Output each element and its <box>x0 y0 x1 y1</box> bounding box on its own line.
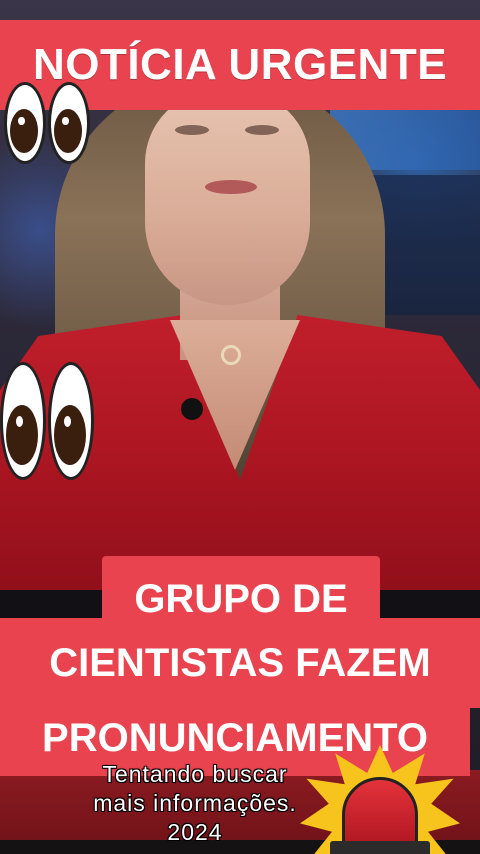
eyes-emoji-icon <box>0 362 94 480</box>
eyes-emoji-icon <box>4 82 90 164</box>
eye-left <box>4 82 46 164</box>
siren-base <box>330 841 430 854</box>
video-caption: Tentando buscar mais informações. 2024 <box>45 760 345 847</box>
necklace-pendant <box>221 345 241 365</box>
presenter-mouth <box>205 180 257 194</box>
presenter-eye-right <box>245 125 279 135</box>
headline-line-1-text: GRUPO DE <box>134 576 348 621</box>
eye-right <box>48 362 94 480</box>
presenter-face <box>145 90 310 305</box>
lapel-microphone <box>181 398 203 420</box>
headline-line-2-text: CIENTISTAS FAZEM <box>49 640 431 685</box>
eye-right <box>48 82 90 164</box>
eye-left <box>0 362 46 480</box>
siren-dome <box>342 777 418 849</box>
caption-line-3: 2024 <box>167 819 223 845</box>
caption-line-1: Tentando buscar <box>102 761 288 787</box>
headline-line-1: GRUPO DE <box>102 556 380 642</box>
urgent-news-title: NOTÍCIA URGENTE <box>32 40 448 89</box>
caption-line-2: mais informações. <box>93 790 297 816</box>
presenter-eye-left <box>175 125 209 135</box>
